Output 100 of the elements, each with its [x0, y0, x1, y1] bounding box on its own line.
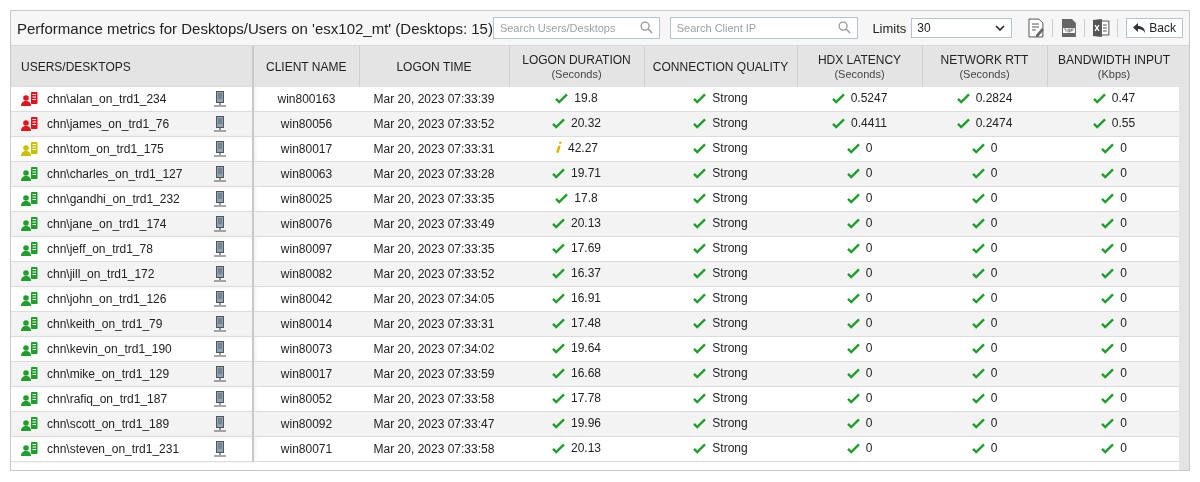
column-header[interactable]: CONNECTION QUALITY — [644, 46, 797, 87]
check-icon — [1101, 267, 1115, 279]
metric-value: 0 — [865, 341, 873, 356]
column-header[interactable]: NETWORK RTT (Seconds) — [922, 46, 1047, 87]
check-icon — [555, 192, 569, 204]
column-header[interactable]: USERS/DESKTOPS — [11, 46, 253, 87]
table-cell: Mar 20, 2023 07:33:35 — [359, 186, 509, 212]
metric-value: 20.13 — [571, 216, 601, 231]
desktop-tower-icon — [214, 141, 226, 157]
metric-value: 19.96 — [571, 416, 601, 431]
back-button[interactable]: Back — [1126, 18, 1183, 38]
metric-value: 17.48 — [571, 316, 601, 331]
check-icon — [971, 417, 985, 429]
metric-value: 19.71 — [571, 166, 601, 181]
user-name[interactable]: chn\tom_on_trd1_175 — [47, 142, 214, 156]
column-header[interactable]: HDX LATENCY (Seconds) — [797, 46, 922, 87]
desktop-tower-icon — [214, 291, 226, 307]
search-field[interactable]: Search Client IP — [669, 17, 859, 39]
metric-value: 0 — [1120, 216, 1127, 231]
user-name[interactable]: chn\jeff_on_trd1_78 — [47, 242, 214, 256]
column-header[interactable]: BANDWIDTH INPUT (Kbps) — [1047, 46, 1179, 87]
table-cell: Mar 20, 2023 07:33:28 — [359, 161, 509, 187]
metric-value: 0 — [990, 441, 998, 456]
spreadsheet-icon[interactable] — [1092, 18, 1111, 38]
table-cell: win80025 — [253, 186, 359, 212]
column-header[interactable]: LOGON TIME — [359, 46, 509, 87]
table-cell: win80017 — [253, 136, 359, 162]
column-header[interactable]: LOGON DURATION (Seconds) — [509, 46, 644, 87]
desktop-tower-icon — [214, 366, 226, 382]
report-icon[interactable] — [1026, 18, 1045, 38]
check-icon — [693, 217, 707, 229]
metric-value: 0 — [990, 266, 998, 281]
metric-value: Strong — [712, 291, 748, 306]
chevron-icon — [994, 25, 1005, 31]
check-icon — [971, 317, 985, 329]
check-icon — [971, 392, 985, 404]
pdf-icon[interactable] — [1059, 18, 1078, 38]
desktop-tower-icon — [214, 91, 226, 107]
limits-dropdown[interactable]: 30 — [911, 18, 1012, 38]
check-icon — [693, 317, 707, 329]
metric-value: 0 — [990, 391, 998, 406]
metric-value: 0.4411 — [851, 116, 887, 131]
table-cell: Mar 20, 2023 07:33:47 — [359, 411, 509, 437]
user-name[interactable]: chn\rafiq_on_trd1_187 — [47, 392, 214, 406]
check-icon — [1101, 242, 1115, 254]
metric-value: 0 — [865, 241, 873, 256]
metric-value: 0 — [990, 291, 998, 306]
table-cell: win80014 — [253, 311, 359, 337]
check-icon — [693, 367, 707, 379]
check-icon — [831, 92, 845, 104]
metric-value: 17.78 — [571, 391, 601, 406]
table-cell: win80082 — [253, 261, 359, 287]
table-cell: win80052 — [253, 386, 359, 412]
metric-value: 0.2474 — [975, 116, 1013, 131]
back-arrow-icon — [1133, 23, 1146, 33]
table-cell: Mar 20, 2023 07:33:58 — [359, 386, 509, 412]
table-cell: Mar 20, 2023 07:33:39 — [359, 87, 509, 112]
user-name[interactable]: chn\john_on_trd1_126 — [47, 292, 214, 306]
table-cell: win80092 — [253, 411, 359, 437]
check-icon — [693, 242, 707, 254]
check-icon — [552, 242, 565, 254]
table-cell: Mar 20, 2023 07:33:31 — [359, 136, 509, 162]
table-cell: win80042 — [253, 286, 359, 312]
check-icon — [846, 192, 860, 204]
user-name[interactable]: chn\alan_on_trd1_234 — [47, 92, 214, 106]
metric-value: 0.5247 — [850, 91, 888, 106]
check-icon — [552, 292, 565, 304]
metric-value: 17.8 — [574, 191, 598, 206]
metric-value: Strong — [712, 191, 748, 206]
metric-value: 0 — [1120, 291, 1127, 306]
desktop-tower-icon — [214, 316, 226, 332]
check-icon — [1101, 292, 1115, 304]
metric-value: 0 — [1120, 341, 1127, 356]
metric-value: 0 — [1120, 241, 1127, 256]
metric-value: Strong — [712, 416, 748, 431]
desktop-tower-icon — [214, 416, 226, 432]
metric-value: 0 — [1120, 316, 1127, 331]
metric-value: 0 — [1120, 191, 1127, 206]
user-name[interactable]: chn\kevin_on_trd1_190 — [47, 342, 214, 356]
user-name[interactable]: chn\gandhi_on_trd1_232 — [47, 192, 214, 206]
check-icon — [846, 217, 860, 229]
check-icon — [971, 142, 985, 154]
search-field[interactable]: Search Users/Desktops — [492, 17, 660, 39]
metric-value: Strong — [712, 116, 748, 131]
metric-value: 0 — [990, 366, 998, 381]
metric-value: 0 — [865, 216, 873, 231]
metric-value: 0.2824 — [975, 91, 1013, 106]
metric-value: 0 — [990, 166, 998, 181]
metric-value: Strong — [712, 391, 748, 406]
check-icon — [693, 392, 707, 404]
metric-value: 16.37 — [571, 266, 601, 281]
check-icon — [552, 117, 565, 129]
check-icon — [693, 267, 707, 279]
metric-value: Strong — [712, 366, 748, 381]
table-cell: win80056 — [253, 111, 359, 137]
user-name[interactable]: chn\steven_on_trd1_231 — [47, 442, 214, 456]
check-icon — [1101, 342, 1115, 354]
metric-value: 0.47 — [1111, 91, 1136, 106]
metric-value: Strong — [712, 166, 748, 181]
column-header[interactable]: CLIENT NAME — [253, 46, 359, 87]
